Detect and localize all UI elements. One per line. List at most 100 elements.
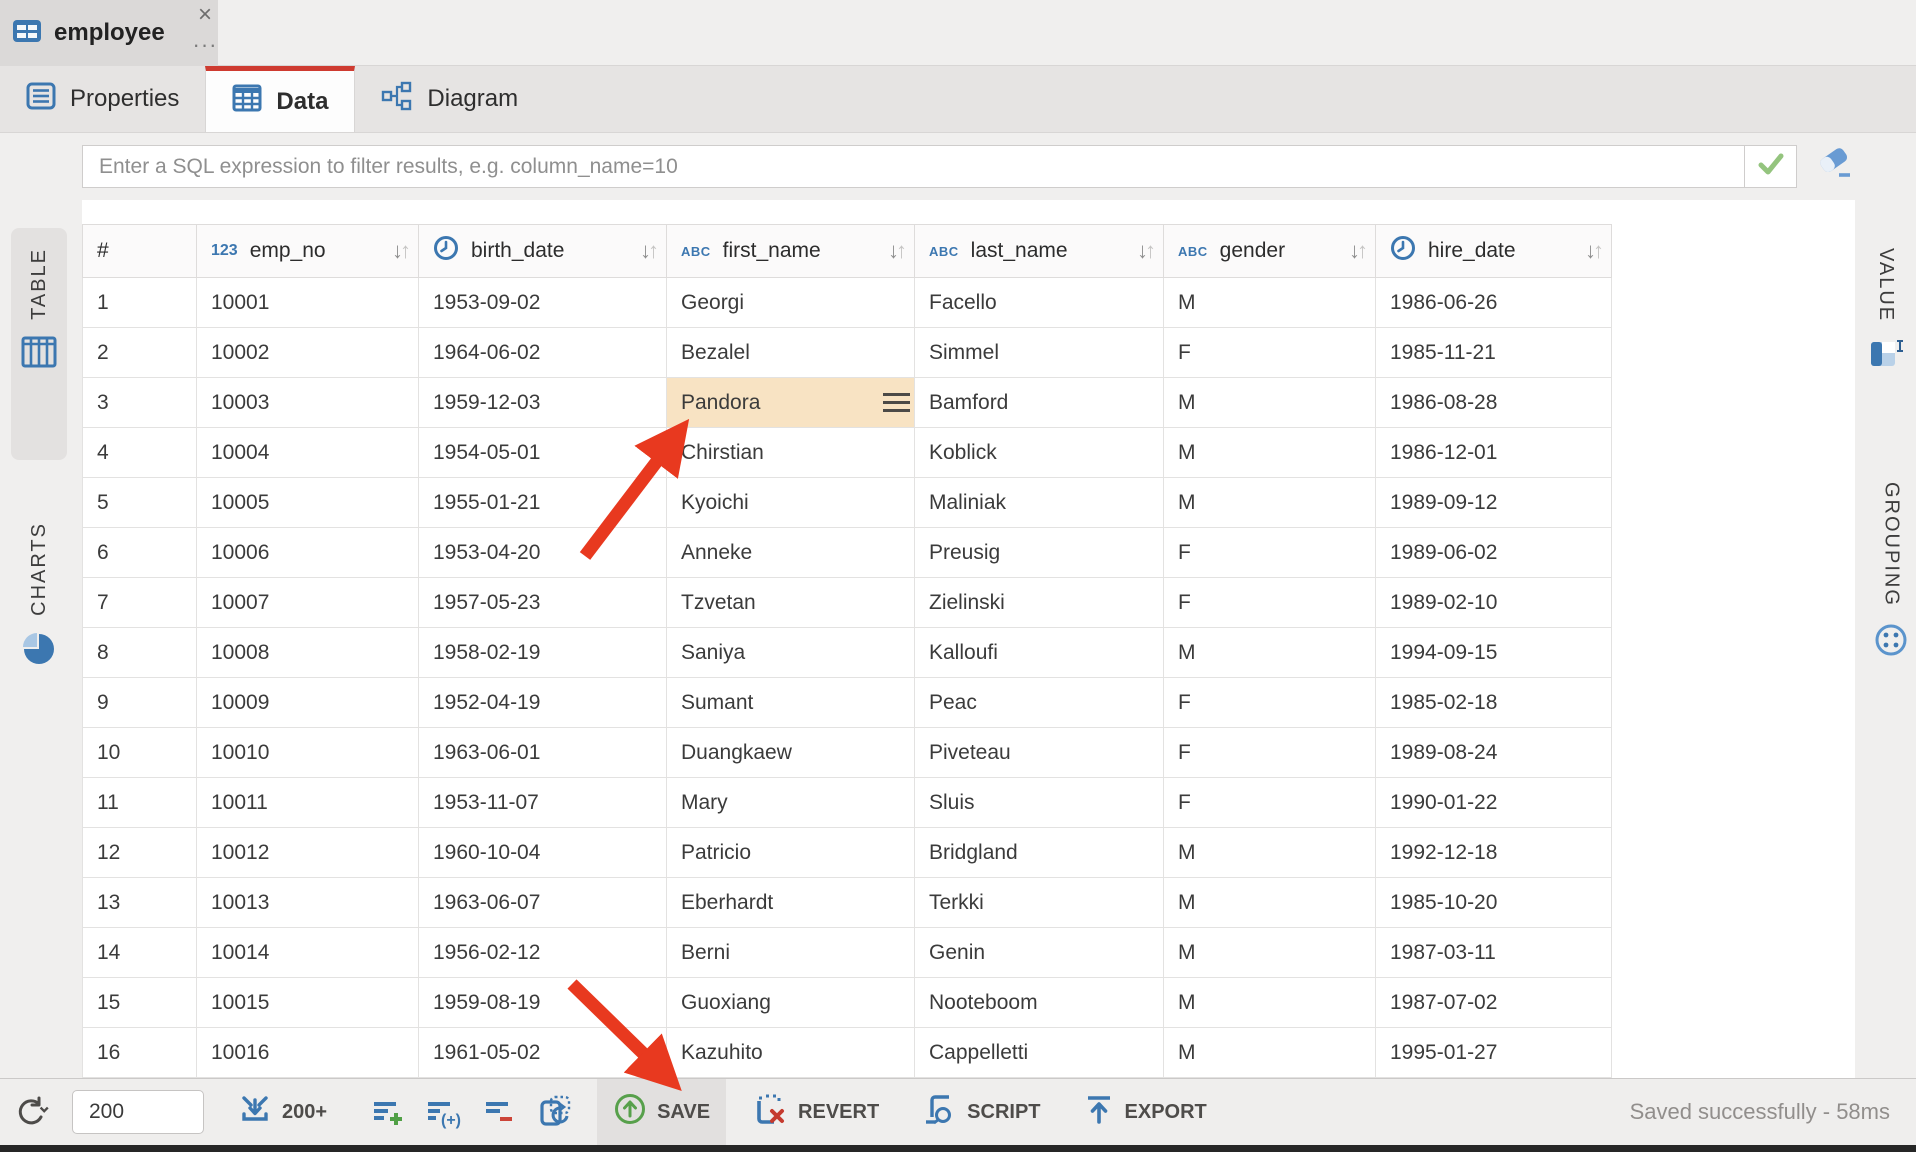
apply-filter-button[interactable]	[1744, 146, 1796, 187]
data-cell[interactable]: 10007	[197, 578, 419, 628]
refresh-cell-button[interactable]	[531, 1079, 581, 1145]
data-cell[interactable]: 1989-02-10	[1376, 578, 1612, 628]
column-header-hire-date[interactable]: hire_date ↓↑	[1376, 225, 1612, 278]
row-number-cell[interactable]: 12	[83, 828, 197, 878]
row-number-cell[interactable]: 15	[83, 978, 197, 1028]
data-cell[interactable]: Tzvetan	[667, 578, 915, 628]
data-cell[interactable]: M	[1164, 278, 1376, 328]
data-cell[interactable]: 1960-10-04	[419, 828, 667, 878]
panel-tab-grouping[interactable]: GROUPING	[1863, 462, 1916, 694]
sort-icons[interactable]: ↓↑	[1349, 238, 1365, 264]
row-number-cell[interactable]: 4	[83, 428, 197, 478]
sort-icons[interactable]: ↓↑	[1585, 238, 1601, 264]
sort-icons[interactable]: ↓↑	[392, 238, 408, 264]
data-cell[interactable]: M	[1164, 828, 1376, 878]
data-cell[interactable]: Chirstian	[667, 428, 915, 478]
data-cell[interactable]: 10016	[197, 1028, 419, 1078]
data-cell[interactable]: F	[1164, 328, 1376, 378]
row-number-cell[interactable]: 9	[83, 678, 197, 728]
data-cell[interactable]: Genin	[915, 928, 1164, 978]
data-cell[interactable]: 1961-05-02	[419, 1028, 667, 1078]
data-cell[interactable]: Zielinski	[915, 578, 1164, 628]
data-cell[interactable]: F	[1164, 578, 1376, 628]
sort-icons[interactable]: ↓↑	[640, 238, 656, 264]
data-cell[interactable]: Facello	[915, 278, 1164, 328]
data-cell[interactable]: 10003	[197, 378, 419, 428]
sort-icons[interactable]: ↓↑	[1137, 238, 1153, 264]
data-cell[interactable]: Bamford	[915, 378, 1164, 428]
add-row-button[interactable]	[363, 1079, 413, 1145]
data-cell[interactable]: Anneke	[667, 528, 915, 578]
filter-input[interactable]	[83, 146, 1744, 187]
data-cell[interactable]: 1963-06-07	[419, 878, 667, 928]
row-number-cell[interactable]: 14	[83, 928, 197, 978]
fetch-more-button[interactable]: 200+	[222, 1079, 343, 1145]
data-cell[interactable]: M	[1164, 428, 1376, 478]
close-icon[interactable]: ×	[192, 2, 218, 28]
data-cell[interactable]: 1995-01-27	[1376, 1028, 1612, 1078]
data-cell[interactable]: 1959-08-19	[419, 978, 667, 1028]
data-cell[interactable]: 10009	[197, 678, 419, 728]
data-cell[interactable]: 1986-12-01	[1376, 428, 1612, 478]
data-cell[interactable]: 1987-07-02	[1376, 978, 1612, 1028]
column-header-emp-no[interactable]: 123 emp_no ↓↑	[197, 225, 419, 278]
column-header-gender[interactable]: ABC gender ↓↑	[1164, 225, 1376, 278]
panel-tab-table[interactable]: TABLE	[11, 228, 67, 460]
data-cell[interactable]: M	[1164, 628, 1376, 678]
data-cell[interactable]: 1989-08-24	[1376, 728, 1612, 778]
data-cell[interactable]: 1963-06-01	[419, 728, 667, 778]
data-cell[interactable]: 10006	[197, 528, 419, 578]
row-number-cell[interactable]: 3	[83, 378, 197, 428]
data-cell[interactable]: Simmel	[915, 328, 1164, 378]
row-number-cell[interactable]: 13	[83, 878, 197, 928]
data-cell[interactable]: Bezalel	[667, 328, 915, 378]
tab-properties[interactable]: Properties	[0, 66, 205, 132]
row-number-cell[interactable]: 16	[83, 1028, 197, 1078]
data-cell[interactable]: 1957-05-23	[419, 578, 667, 628]
data-cell[interactable]: 1986-06-26	[1376, 278, 1612, 328]
data-cell[interactable]: Bridgland	[915, 828, 1164, 878]
row-number-cell[interactable]: 2	[83, 328, 197, 378]
data-cell[interactable]: M	[1164, 928, 1376, 978]
data-cell[interactable]: 1990-01-22	[1376, 778, 1612, 828]
data-cell[interactable]: 1956-02-12	[419, 928, 667, 978]
data-cell[interactable]: F	[1164, 528, 1376, 578]
data-cell[interactable]: Georgi	[667, 278, 915, 328]
row-number-cell[interactable]: 10	[83, 728, 197, 778]
data-cell[interactable]: 10010	[197, 728, 419, 778]
data-cell[interactable]: 1959-12-03	[419, 378, 667, 428]
row-number-cell[interactable]: 5	[83, 478, 197, 528]
cell-menu-icon[interactable]	[883, 393, 910, 412]
overflow-dots-icon[interactable]: ···	[192, 38, 218, 58]
data-cell[interactable]: M	[1164, 978, 1376, 1028]
row-number-cell[interactable]: 6	[83, 528, 197, 578]
save-button[interactable]: SAVE	[597, 1079, 726, 1145]
data-cell[interactable]: 1985-10-20	[1376, 878, 1612, 928]
data-cell[interactable]: Maliniak	[915, 478, 1164, 528]
data-cell[interactable]: Cappelletti	[915, 1028, 1164, 1078]
data-cell[interactable]: 1964-06-02	[419, 328, 667, 378]
data-cell[interactable]: 1958-02-19	[419, 628, 667, 678]
copy-row-button[interactable]: (+)	[419, 1079, 469, 1145]
data-cell[interactable]: Kyoichi	[667, 478, 915, 528]
script-button[interactable]: SCRIPT	[905, 1079, 1056, 1145]
column-header-birth-date[interactable]: birth_date ↓↑	[419, 225, 667, 278]
data-cell[interactable]: 10013	[197, 878, 419, 928]
data-cell[interactable]: M	[1164, 478, 1376, 528]
tab-diagram[interactable]: Diagram	[355, 66, 544, 132]
column-header-last-name[interactable]: ABC last_name ↓↑	[915, 225, 1164, 278]
data-cell[interactable]: Sumant	[667, 678, 915, 728]
data-cell[interactable]: 10008	[197, 628, 419, 678]
data-cell[interactable]: Patricio	[667, 828, 915, 878]
data-cell[interactable]: M	[1164, 378, 1376, 428]
data-cell[interactable]: 10002	[197, 328, 419, 378]
row-number-cell[interactable]: 11	[83, 778, 197, 828]
revert-button[interactable]: REVERT	[736, 1079, 895, 1145]
data-cell[interactable]: 1953-11-07	[419, 778, 667, 828]
data-cell[interactable]: F	[1164, 778, 1376, 828]
delete-row-button[interactable]	[475, 1079, 525, 1145]
data-cell[interactable]: Duangkaew	[667, 728, 915, 778]
data-cell[interactable]: Kazuhito	[667, 1028, 915, 1078]
data-cell[interactable]: 1953-09-02	[419, 278, 667, 328]
data-cell[interactable]: 1986-08-28	[1376, 378, 1612, 428]
